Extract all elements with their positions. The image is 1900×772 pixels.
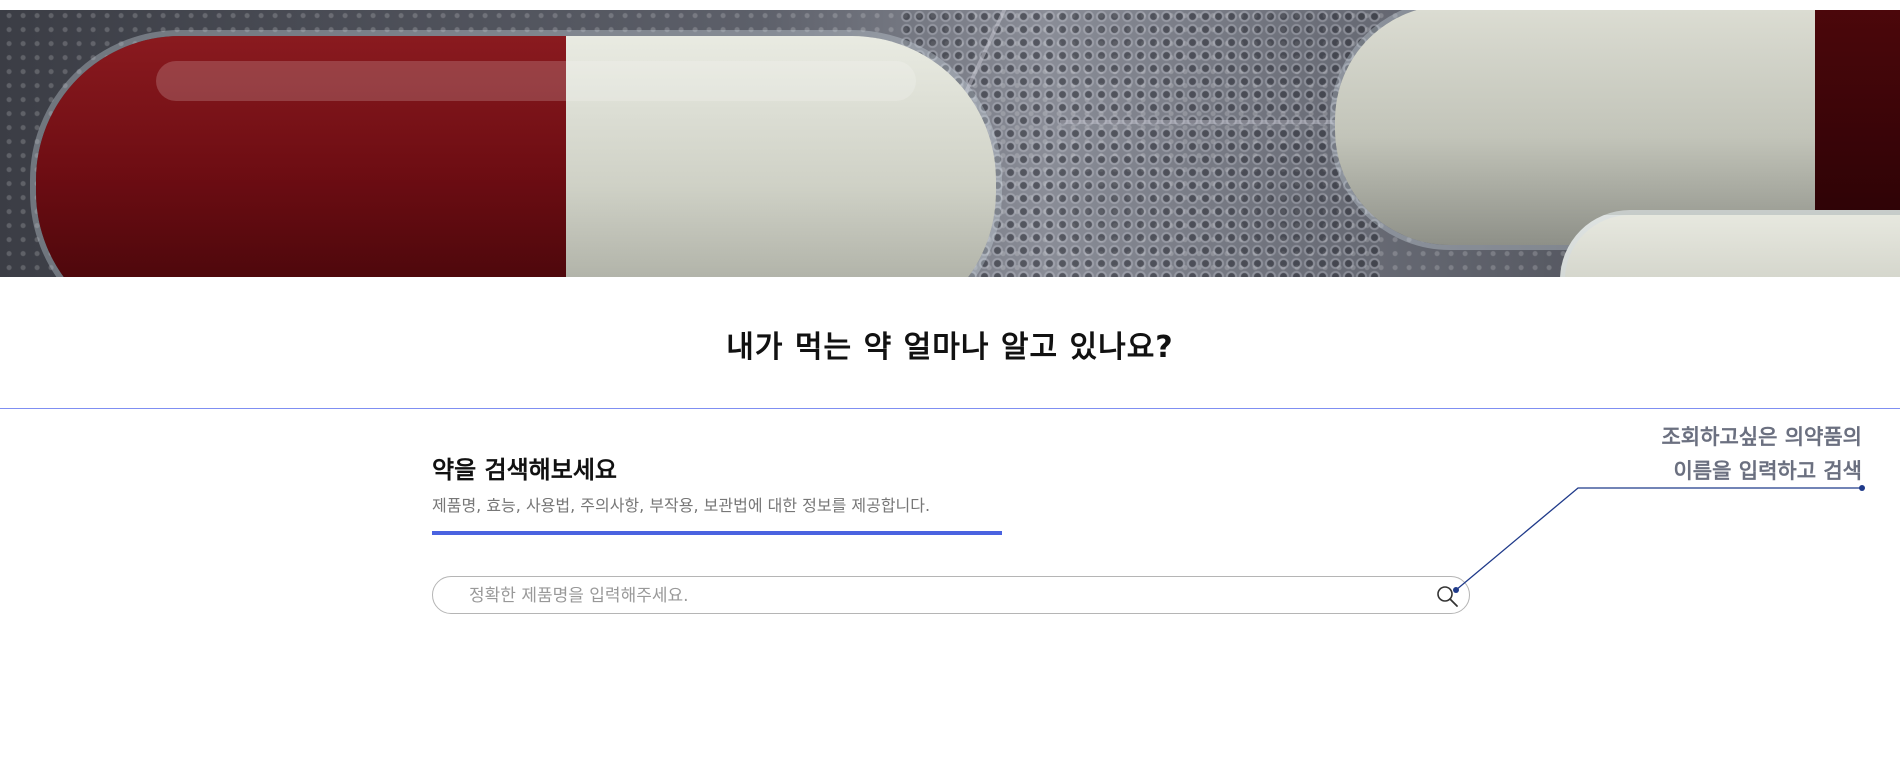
section-divider	[0, 408, 1900, 409]
capsule-highlight	[156, 61, 916, 101]
search-hint-callout: 조회하고싶은 의약품의 이름을 입력하고 검색	[1562, 420, 1862, 488]
page-headline: 내가 먹는 약 얼마나 알고 있나요?	[726, 330, 1174, 365]
hero-banner-image	[0, 10, 1900, 277]
section-title-underline	[432, 531, 1002, 535]
callout-line-1: 조회하고싶은 의약품의	[1661, 425, 1862, 449]
blister-seam	[1060, 120, 1360, 124]
search-input[interactable]	[467, 577, 1371, 615]
callout-line-2: 이름을 입력하고 검색	[1673, 459, 1862, 483]
capsule-pill	[30, 30, 1002, 277]
capsule-pill	[1560, 210, 1900, 277]
search-section-title: 약을 검색해보세요	[432, 456, 617, 484]
search-bar	[432, 576, 1470, 615]
page: 내가 먹는 약 얼마나 알고 있나요? 약을 검색해보세요 제품명, 효능, 사…	[0, 0, 1900, 772]
search-section-description: 제품명, 효능, 사용법, 주의사항, 부작용, 보관법에 대한 정보를 제공합…	[432, 496, 931, 515]
callout-pointer-line	[1453, 485, 1865, 593]
